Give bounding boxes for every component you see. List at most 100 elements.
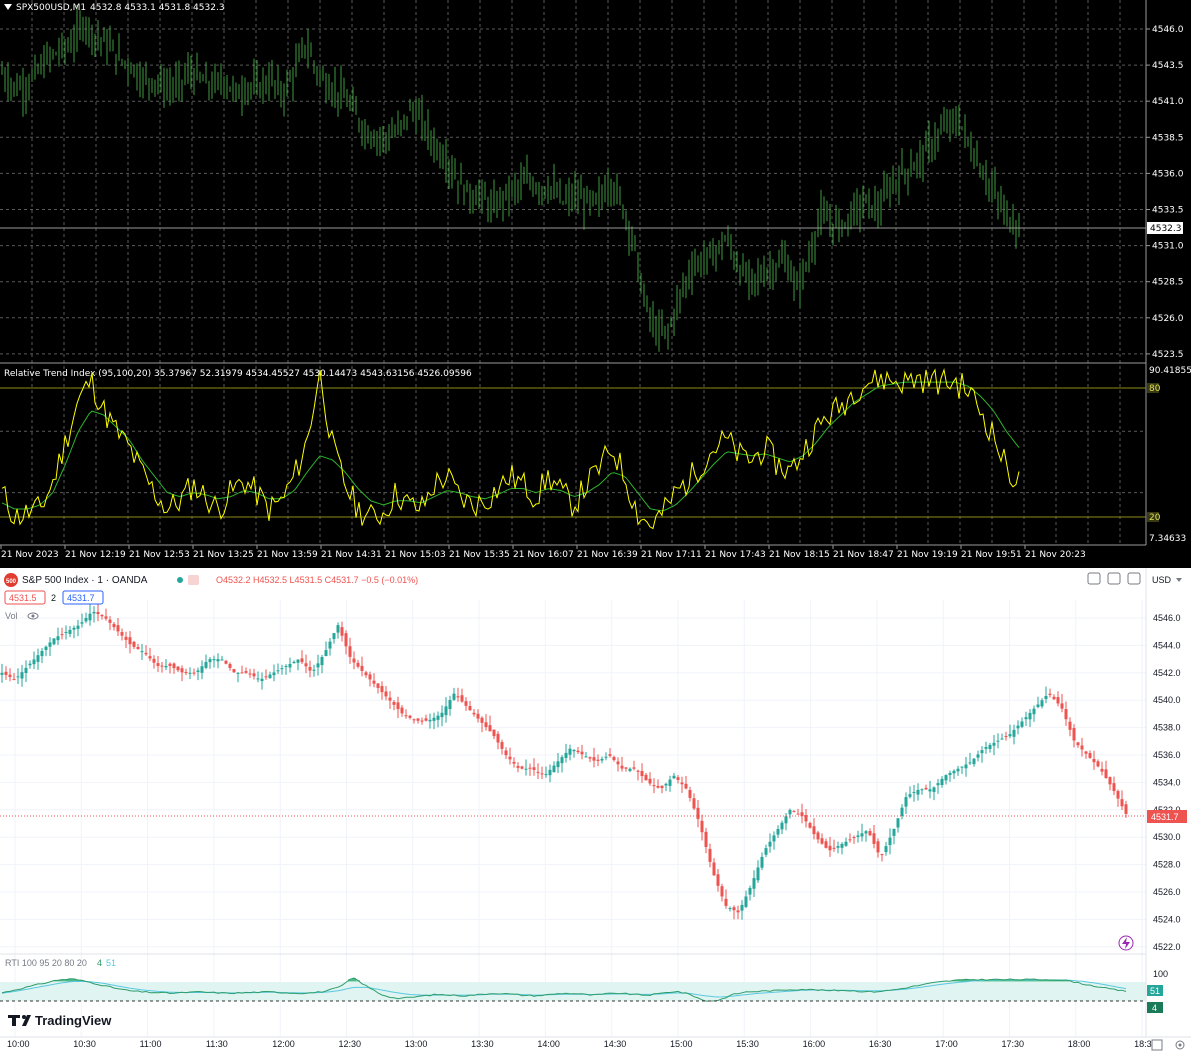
tv-rti-badge-main-label: 4 bbox=[1152, 1003, 1157, 1013]
tv-candle-body bbox=[0, 672, 4, 675]
tv-candle-body bbox=[592, 757, 596, 761]
tv-time-label: 11:30 bbox=[206, 1039, 228, 1049]
tv-candle-body bbox=[60, 634, 64, 636]
tv-candle-body bbox=[820, 838, 824, 844]
tv-candle-body bbox=[272, 672, 276, 676]
tv-candle-body bbox=[24, 667, 28, 673]
tv-candle-body bbox=[832, 847, 836, 849]
tv-candle-body bbox=[80, 622, 84, 624]
tv-candle-body bbox=[8, 674, 12, 678]
mt-time-label: 21 Nov 15:03 bbox=[385, 550, 446, 560]
tv-candle-body bbox=[320, 657, 324, 666]
tv-time-label: 14:00 bbox=[537, 1039, 560, 1049]
tv-candle-body bbox=[460, 695, 464, 702]
tv-candle-body bbox=[504, 750, 508, 756]
tv-candle-body bbox=[1056, 697, 1060, 704]
mt-price-label: 4523.5 bbox=[1152, 350, 1184, 360]
tv-candle-body bbox=[36, 655, 40, 662]
tv-candle-body bbox=[96, 611, 100, 615]
tv-candle-body bbox=[872, 833, 876, 844]
tv-candle-body bbox=[560, 757, 564, 764]
tv-candle-body bbox=[956, 768, 960, 772]
tv-time-label: 15:00 bbox=[670, 1039, 693, 1049]
tv-candle-body bbox=[900, 807, 904, 817]
tv-candle-body bbox=[808, 823, 812, 828]
tv-candle-body bbox=[432, 717, 436, 721]
mt-price-label: 4536.0 bbox=[1152, 169, 1184, 179]
tv-candle-body bbox=[276, 670, 280, 672]
tv-candle-body bbox=[1000, 738, 1004, 740]
tv-candle-body bbox=[204, 661, 208, 668]
tv-candle-body bbox=[12, 679, 16, 681]
mt-time-label: 21 Nov 15:35 bbox=[449, 550, 510, 560]
tv-candle-body bbox=[584, 756, 588, 758]
tv-background bbox=[0, 568, 1191, 1055]
tv-candle-body bbox=[812, 826, 816, 835]
mt-time-label: 21 Nov 12:19 bbox=[65, 550, 126, 560]
tv-candle-body bbox=[408, 715, 412, 718]
tv-candle-body bbox=[44, 646, 48, 650]
tv-time-label: 15:30 bbox=[736, 1039, 759, 1049]
mt-price-label: 4531.0 bbox=[1152, 242, 1184, 252]
mt-chart-header: SPX500USD,M1 4532.8 4533.1 4531.8 4532.3 bbox=[4, 3, 225, 13]
tv-time-label: 17:30 bbox=[1002, 1039, 1025, 1049]
mt-time-label: 21 Nov 19:19 bbox=[897, 550, 958, 560]
tv-candle-body bbox=[88, 613, 92, 621]
tv-time-label: 18:3 bbox=[1134, 1039, 1152, 1049]
tv-candle-body bbox=[752, 878, 756, 889]
flag-icon[interactable] bbox=[188, 575, 199, 585]
tv-candle-body bbox=[964, 764, 968, 769]
tv-candle-body bbox=[1100, 768, 1104, 772]
tv-candle-body bbox=[604, 756, 608, 758]
tv-currency[interactable]: USD bbox=[1152, 575, 1172, 585]
tv-candle-body bbox=[236, 672, 240, 674]
tv-candle-body bbox=[536, 771, 540, 773]
tv-candle-body bbox=[576, 750, 580, 753]
tv-candle-body bbox=[640, 771, 644, 777]
tv-candle-body bbox=[912, 792, 916, 794]
tv-candle-body bbox=[708, 848, 712, 862]
mt-time-label: 21 Nov 13:25 bbox=[193, 550, 254, 560]
tv-candle-body bbox=[1060, 703, 1064, 709]
tv-candle-body bbox=[996, 740, 1000, 742]
mt-price-label: 4526.0 bbox=[1152, 314, 1184, 324]
tv-candle-body bbox=[144, 652, 148, 655]
tv-candle-body bbox=[844, 841, 848, 846]
tv-candle-body bbox=[992, 742, 996, 746]
tv-candle-body bbox=[1044, 695, 1048, 700]
tv-candle-body bbox=[136, 646, 140, 650]
screen: SPX500USD,M1 4532.8 4533.1 4531.8 4532.3… bbox=[0, 0, 1191, 1055]
tv-candle-body bbox=[456, 696, 460, 698]
tv-candle-body bbox=[176, 666, 180, 671]
mt-time-label: 21 Nov 18:47 bbox=[833, 550, 894, 560]
tv-candle-body bbox=[200, 666, 204, 673]
tv-candle-body bbox=[884, 846, 888, 853]
tv-candle-body bbox=[332, 633, 336, 640]
tv-candle-body bbox=[1040, 700, 1044, 707]
tv-ohlc: O4532.2 H4532.5 L4531.5 C4531.7 −0.5 (−0… bbox=[216, 575, 418, 585]
tv-candle-body bbox=[1016, 725, 1020, 729]
tv-candle-body bbox=[888, 837, 892, 846]
tv-candle-body bbox=[468, 706, 472, 711]
tv-candle-body bbox=[1012, 729, 1016, 737]
mt-current-price-tag: 4532.3 bbox=[1147, 222, 1183, 234]
tv-candle-body bbox=[352, 658, 356, 663]
tv-candle-body bbox=[1112, 783, 1116, 792]
tv-candle-body bbox=[1088, 753, 1092, 758]
tv-candle-body bbox=[540, 773, 544, 775]
tv-candle-body bbox=[56, 636, 60, 641]
tv-time-label: 17:00 bbox=[935, 1039, 958, 1049]
tv-candle-body bbox=[256, 678, 260, 680]
tv-candle-body bbox=[340, 627, 344, 636]
tv-candle-body bbox=[816, 832, 820, 840]
tv-rti-axis-100: 100 bbox=[1153, 969, 1168, 979]
tv-candle-body bbox=[960, 766, 964, 768]
tv-time-label: 11:00 bbox=[140, 1039, 162, 1049]
tv-rti-badge-signal-label: 51 bbox=[1150, 986, 1160, 996]
tv-candle-body bbox=[612, 757, 616, 761]
tv-candle-body bbox=[740, 904, 744, 911]
tv-candle-body bbox=[1104, 769, 1108, 778]
tv-candle-body bbox=[896, 818, 900, 828]
tv-candle-body bbox=[436, 715, 440, 720]
tv-candle-body bbox=[1092, 758, 1096, 763]
